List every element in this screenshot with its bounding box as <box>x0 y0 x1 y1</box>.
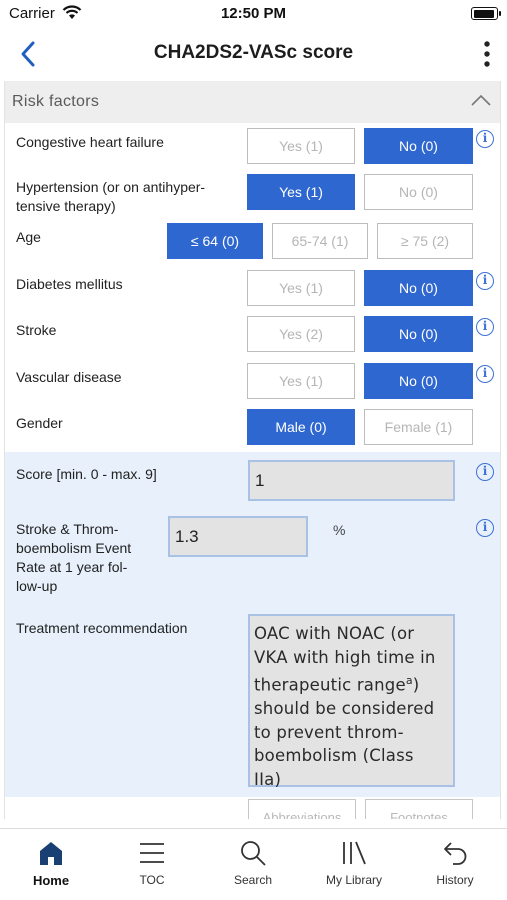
nav-header: CHA2DS2-VASc score <box>0 28 507 80</box>
tab-search[interactable]: Search <box>213 839 293 887</box>
info-icon[interactable]: i <box>476 365 494 383</box>
tab-label: TOC <box>139 873 165 887</box>
section-title: Risk factors <box>12 93 100 110</box>
more-vertical-icon[interactable] <box>481 40 493 68</box>
hypertension-label: Hypertension (or on antihyper-tensive th… <box>16 179 206 214</box>
row-age: Age ≤ 64 (0) 65-74 (1) ≥ 75 (2) <box>5 221 500 265</box>
search-icon <box>241 841 266 866</box>
tab-home[interactable]: Home <box>11 839 91 888</box>
tab-label: Search <box>233 873 273 887</box>
gender-male-button[interactable]: Male (0) <box>247 409 355 445</box>
row-chf: Congestive heart failure Yes (1) No (0) … <box>5 125 500 169</box>
rate-output: 1.3 <box>168 516 308 557</box>
treatment-output: OAC with NOAC (or VKA with high time in … <box>248 614 455 789</box>
hypertension-no-button[interactable]: No (0) <box>364 174 473 210</box>
battery-icon <box>471 7 501 20</box>
row-stroke: Stroke Yes (2) No (0) i <box>5 313 500 357</box>
diabetes-no-button[interactable]: No (0) <box>364 270 473 306</box>
results-panel: Score [min. 0 - max. 9] 1 i Stroke & Thr… <box>5 452 500 797</box>
age-75-button[interactable]: ≥ 75 (2) <box>377 223 473 259</box>
stroke-yes-button[interactable]: Yes (2) <box>247 316 355 352</box>
library-icon <box>343 841 366 865</box>
home-icon <box>40 842 62 865</box>
undo-icon <box>444 842 467 865</box>
page-title: CHA2DS2-VASc score <box>153 42 354 63</box>
rate-unit: % <box>333 522 346 538</box>
gender-label: Gender <box>16 415 63 431</box>
footnotes-button[interactable]: Footnotes <box>365 799 473 819</box>
section-header-risk-factors[interactable]: Risk factors <box>5 81 500 123</box>
treatment-label: Treatment recommendation <box>16 620 188 636</box>
tab-history[interactable]: History <box>415 839 495 887</box>
diabetes-label: Diabetes mellitus <box>16 276 123 292</box>
chf-label: Congestive heart failure <box>16 134 164 150</box>
tab-my-library[interactable]: My Library <box>314 839 394 887</box>
info-icon[interactable]: i <box>476 318 494 336</box>
info-icon[interactable]: i <box>476 272 494 290</box>
chf-yes-button[interactable]: Yes (1) <box>247 128 355 164</box>
row-vascular: Vascular disease Yes (1) No (0) i <box>5 360 500 404</box>
info-icon[interactable]: i <box>476 130 494 148</box>
abbreviations-button[interactable]: Abbreviations <box>248 799 356 819</box>
hypertension-yes-button[interactable]: Yes (1) <box>247 174 355 210</box>
rate-label: Stroke & Throm- boembolism Event Rate at… <box>16 521 132 594</box>
tab-label: Home <box>32 873 70 888</box>
age-64-button[interactable]: ≤ 64 (0) <box>167 223 263 259</box>
tab-label: History <box>436 873 474 887</box>
tab-bar: Home TOC Search My Library History <box>0 828 507 900</box>
row-hypertension: Hypertension (or on antihyper-tensive th… <box>5 172 500 224</box>
row-gender: Gender Male (0) Female (1) <box>5 406 500 450</box>
info-icon[interactable]: i <box>476 463 494 481</box>
clock: 12:50 PM <box>220 5 287 22</box>
score-output: 1 <box>248 460 455 501</box>
stroke-no-button[interactable]: No (0) <box>364 316 473 352</box>
vascular-label: Vascular disease <box>16 369 122 385</box>
vascular-yes-button[interactable]: Yes (1) <box>247 363 355 399</box>
calculator-content: Risk factors Congestive heart failure Ye… <box>4 81 501 819</box>
row-diabetes: Diabetes mellitus Yes (1) No (0) i <box>5 267 500 311</box>
stroke-label: Stroke <box>16 322 57 338</box>
info-icon[interactable]: i <box>476 519 494 537</box>
vascular-no-button[interactable]: No (0) <box>364 363 473 399</box>
status-bar: Carrier 12:50 PM <box>0 0 507 28</box>
chevron-up-icon[interactable] <box>470 93 492 107</box>
diabetes-yes-button[interactable]: Yes (1) <box>247 270 355 306</box>
age-65-74-button[interactable]: 65-74 (1) <box>272 223 368 259</box>
gender-female-button[interactable]: Female (1) <box>364 409 473 445</box>
chf-no-button[interactable]: No (0) <box>364 128 473 164</box>
score-label: Score [min. 0 - max. 9] <box>16 466 157 482</box>
tab-toc[interactable]: TOC <box>112 839 192 887</box>
tab-label: My Library <box>325 873 382 887</box>
list-icon <box>140 843 164 863</box>
age-label: Age <box>16 229 41 245</box>
